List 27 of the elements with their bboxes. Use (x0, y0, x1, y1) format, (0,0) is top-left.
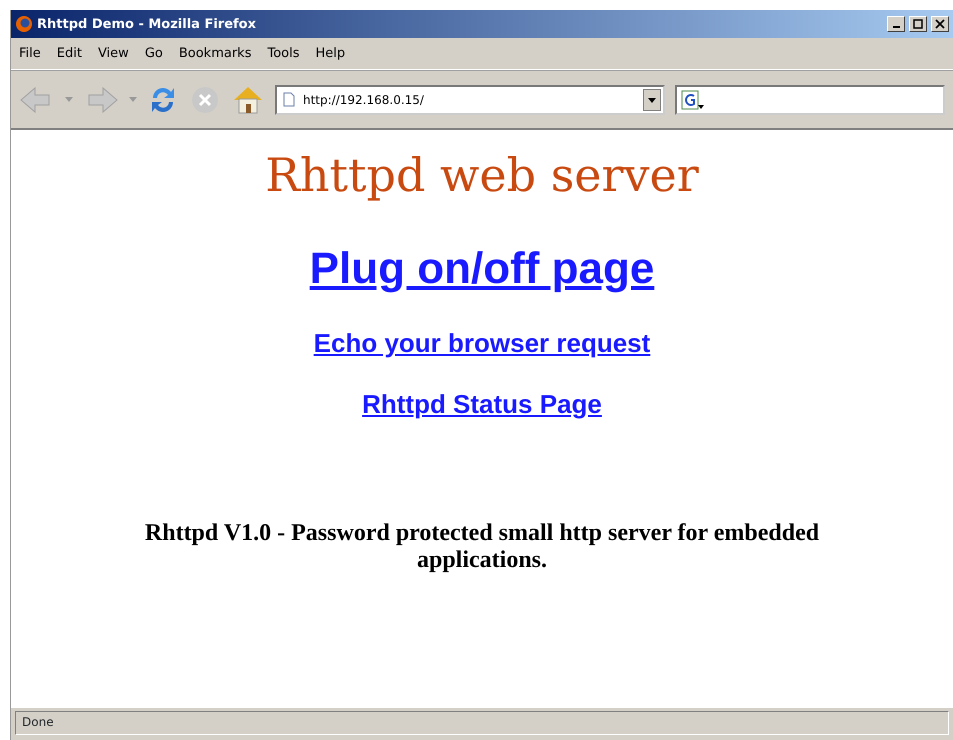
close-button[interactable] (931, 16, 949, 32)
search-engine-icon[interactable] (681, 90, 705, 110)
page-icon (283, 92, 295, 107)
menu-item[interactable]: Tools (259, 44, 308, 63)
window-title: Rhttpd Demo - Mozilla Firefox (37, 16, 256, 32)
address-bar[interactable]: http://192.168.0.15/ (275, 84, 665, 114)
maximize-icon (913, 19, 923, 29)
menu-item[interactable]: Bookmarks (170, 44, 260, 63)
minimize-button[interactable] (887, 16, 905, 32)
menu-item[interactable]: Go (136, 44, 171, 63)
minimize-icon (892, 26, 900, 28)
maximize-button[interactable] (909, 16, 927, 32)
menu-item[interactable]: Help (308, 44, 354, 63)
menu-item[interactable]: Edit (48, 44, 90, 63)
close-icon (935, 19, 945, 29)
page-link[interactable]: Rhttpd Status Page (362, 385, 602, 424)
footer-text: Rhttpd V1.0 - Password protected small http server for embedded applications. (144, 520, 820, 574)
page-heading: Rhttpd web server (265, 148, 699, 202)
dropdown-icon[interactable] (643, 88, 661, 110)
address-input[interactable]: http://192.168.0.15/ (301, 92, 637, 108)
menu-item[interactable]: File (11, 44, 49, 63)
page-link[interactable]: Plug on/off page (310, 236, 654, 302)
page-link[interactable]: Echo your browser request (314, 324, 650, 363)
status-text: Done (15, 711, 949, 735)
menu-item[interactable]: View (90, 44, 137, 63)
firefox-icon (15, 15, 33, 33)
search-field[interactable] (675, 84, 945, 114)
